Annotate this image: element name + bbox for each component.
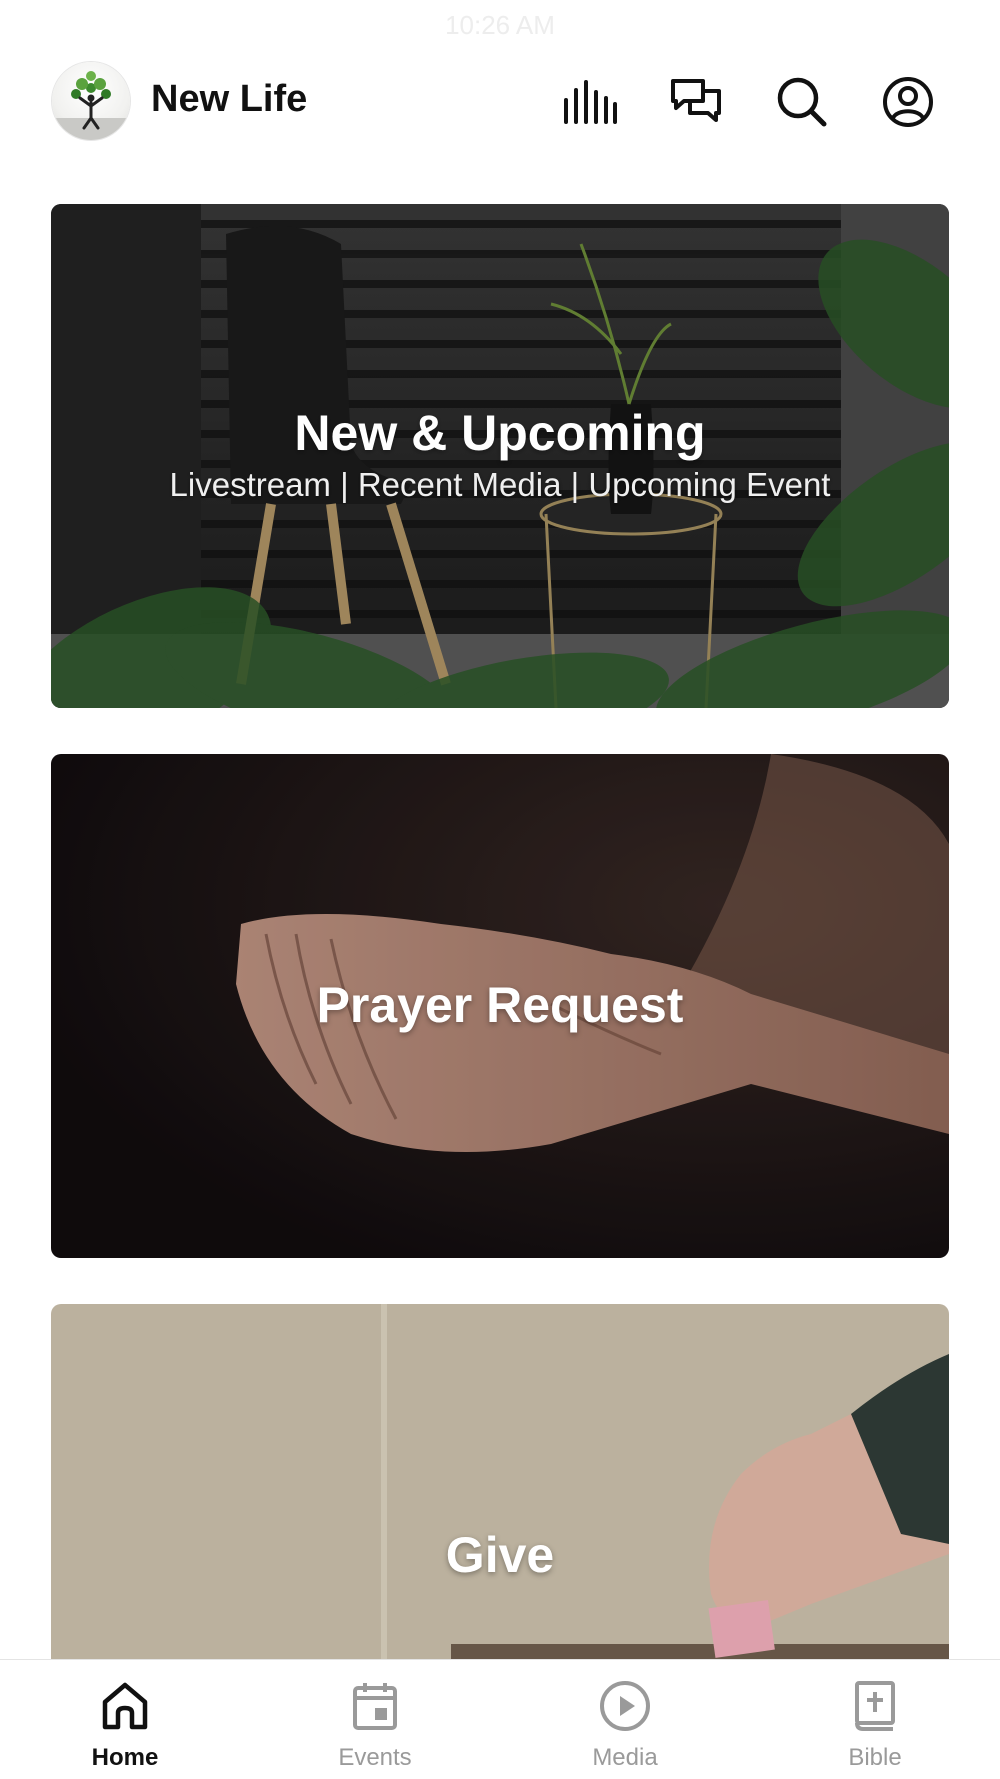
bottom-tab-bar: Home Events Media Bible (0, 1659, 1000, 1779)
card-title-give: Give (445, 1527, 555, 1583)
search-icon (777, 77, 827, 127)
home-icon (102, 1682, 148, 1730)
search-button[interactable] (772, 72, 832, 132)
offering-hand-photo (51, 1304, 949, 1659)
chat-button[interactable] (666, 72, 726, 132)
app-header: New Life (0, 50, 1000, 160)
tab-events-label: Events (338, 1744, 412, 1771)
card-title-prayer-request: Prayer Request (316, 977, 684, 1033)
profile-button[interactable] (878, 72, 938, 132)
tab-media[interactable]: Media (545, 1660, 705, 1779)
tab-home[interactable]: Home (45, 1660, 205, 1779)
play-circle-icon (600, 1681, 650, 1731)
chat-bubbles-icon (671, 79, 721, 122)
card-subtitle-new-upcoming: Livestream | Recent Media | Upcoming Eve… (169, 466, 831, 503)
calendar-icon (353, 1683, 397, 1730)
tab-media-label: Media (592, 1744, 658, 1771)
tab-home-label: Home (91, 1744, 159, 1771)
audio-bars-icon (564, 80, 617, 124)
profile-icon (883, 77, 933, 127)
tab-bible[interactable]: Bible (795, 1660, 955, 1779)
card-title-new-upcoming: New & Upcoming (294, 405, 706, 461)
audio-button[interactable] (560, 72, 620, 132)
tree-person-logo-icon (52, 71, 130, 140)
card-prayer-request[interactable]: Prayer Request (51, 754, 949, 1258)
tab-events[interactable]: Events (295, 1660, 455, 1779)
tab-bible-label: Bible (848, 1744, 902, 1771)
card-new-upcoming[interactable]: New & Upcoming Livestream | Recent Media… (51, 204, 949, 708)
bible-icon (855, 1681, 895, 1731)
app-title: New Life (151, 78, 308, 120)
status-bar-time: 10:26 AM (445, 10, 555, 40)
app-logo[interactable] (52, 62, 130, 140)
card-give[interactable]: Give (51, 1304, 949, 1659)
